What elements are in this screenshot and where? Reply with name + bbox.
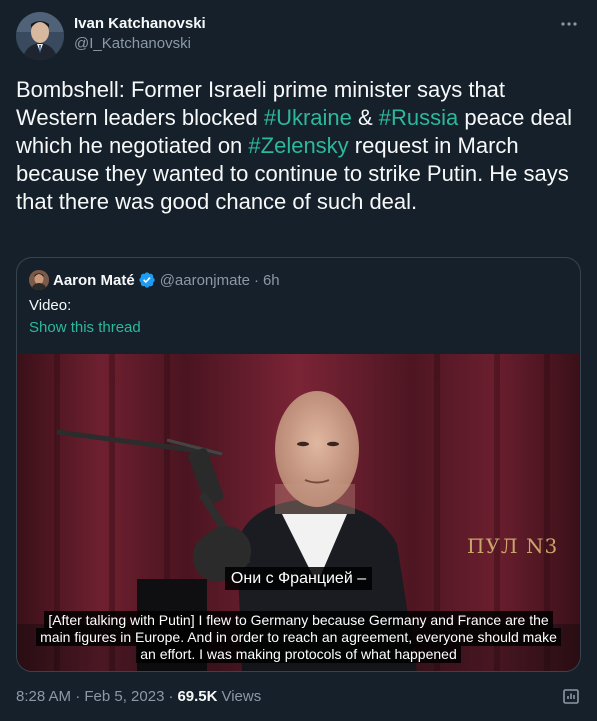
views-count: 69.5K: [177, 688, 218, 705]
hashtag-link[interactable]: #Zelensky: [248, 133, 348, 158]
quoted-author-name[interactable]: Aaron Maté: [53, 272, 135, 289]
author-display-name[interactable]: Ivan Katchanovski: [74, 14, 206, 34]
tweet: Ivan Katchanovski @I_Katchanovski Bombsh…: [0, 0, 597, 721]
quoted-tweet-text: Video:: [29, 297, 72, 314]
author-handle[interactable]: @I_Katchanovski: [74, 34, 206, 54]
quoted-tweet[interactable]: Aaron Maté @aaronjmate · 6h Video: Show …: [16, 257, 581, 672]
tweet-text-part: &: [351, 105, 379, 130]
channel-logo: ПУЛ N3: [467, 534, 559, 558]
verified-badge-icon: [139, 272, 155, 288]
subtitle-english-text: [After talking with Putin] I flew to Ger…: [36, 611, 561, 663]
quoted-tweet-header: Aaron Maté @aaronjmate · 6h: [29, 270, 280, 290]
show-thread-link[interactable]: Show this thread: [29, 318, 141, 338]
analytics-icon[interactable]: [561, 686, 581, 706]
hashtag-link[interactable]: #Russia: [379, 105, 458, 130]
tweet-timestamp[interactable]: 8:28 AM · Feb 5, 2023: [16, 688, 164, 705]
tweet-text: Bombshell: Former Israeli prime minister…: [16, 76, 581, 216]
subtitle-russian-text: Они с Францией –: [224, 567, 373, 590]
separator-dot: ·: [253, 271, 259, 289]
subtitle-russian: Они с Францией –: [17, 567, 580, 590]
author-avatar[interactable]: [16, 12, 64, 60]
quoted-timestamp[interactable]: 6h: [263, 272, 280, 289]
author-info: Ivan Katchanovski @I_Katchanovski: [74, 14, 206, 54]
quoted-author-avatar[interactable]: [29, 270, 49, 290]
separator-dot: ·: [168, 688, 174, 705]
more-horizontal-icon[interactable]: [559, 14, 579, 34]
views-label: Views: [221, 688, 262, 705]
hashtag-link[interactable]: #Ukraine: [264, 105, 352, 130]
quoted-author-handle[interactable]: @aaronjmate: [160, 272, 250, 289]
video-player[interactable]: ПУЛ N3 Они с Францией – [After talking w…: [17, 354, 580, 671]
tweet-metadata: 8:28 AM · Feb 5, 2023 · 69.5K Views: [16, 688, 261, 705]
subtitle-english: [After talking with Putin] I flew to Ger…: [35, 611, 562, 663]
